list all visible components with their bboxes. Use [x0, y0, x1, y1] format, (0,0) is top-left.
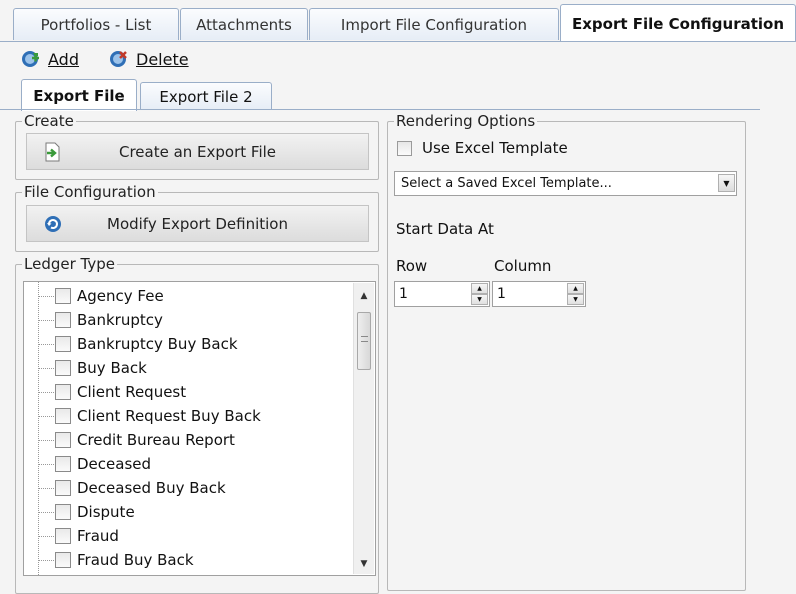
scroll-thumb[interactable]: [357, 312, 371, 370]
item-label: Agency Fee: [77, 287, 164, 305]
item-label: Bankruptcy Buy Back: [77, 335, 238, 353]
item-label: Credit Bureau Report: [77, 431, 235, 449]
row-stepper[interactable]: 1 ▲ ▼: [394, 281, 490, 307]
list-item[interactable]: Fraud Buy Back: [24, 548, 350, 572]
item-checkbox[interactable]: [55, 360, 71, 376]
vertical-scrollbar[interactable]: ▲ ▼: [353, 283, 374, 574]
chevron-down-icon[interactable]: ▼: [718, 174, 735, 192]
top-tab-strip: Portfolios - List Attachments Import Fil…: [0, 0, 796, 42]
tab-divider: [0, 41, 796, 42]
list-item[interactable]: Deceased Buy Back: [24, 476, 350, 500]
item-checkbox[interactable]: [55, 288, 71, 304]
sub-tab-divider: [0, 109, 760, 110]
item-checkbox[interactable]: [55, 456, 71, 472]
column-value: 1: [497, 286, 506, 302]
list-item[interactable]: Bankruptcy: [24, 308, 350, 332]
item-checkbox[interactable]: [55, 432, 71, 448]
create-export-file-button[interactable]: Create an Export File: [26, 133, 369, 170]
tab-label: Export File 2: [159, 88, 253, 106]
excel-template-select-value: Select a Saved Excel Template...: [401, 176, 612, 191]
tab-export-file-2[interactable]: Export File 2: [140, 82, 272, 110]
item-checkbox[interactable]: [55, 336, 71, 352]
tab-import-file-configuration[interactable]: Import File Configuration: [309, 8, 559, 40]
item-checkbox[interactable]: [55, 312, 71, 328]
list-item[interactable]: Deceased: [24, 452, 350, 476]
item-checkbox[interactable]: [55, 384, 71, 400]
row-label: Row: [396, 257, 428, 275]
item-label: Deceased: [77, 455, 152, 473]
tab-attachments[interactable]: Attachments: [180, 8, 308, 40]
row-value: 1: [399, 286, 408, 302]
add-icon: [22, 51, 39, 67]
scroll-down-icon[interactable]: ▼: [354, 554, 374, 574]
ledger-type-group-title: Ledger Type: [22, 255, 117, 273]
tab-label: Export File Configuration: [571, 15, 785, 33]
add-button[interactable]: Add: [20, 47, 79, 71]
item-label: Bankruptcy: [77, 311, 163, 329]
delete-button[interactable]: Delete: [108, 47, 189, 71]
list-item[interactable]: Agency Fee: [24, 284, 350, 308]
item-label: Deceased Buy Back: [77, 479, 226, 497]
create-button-label: Create an Export File: [118, 142, 277, 161]
tab-portfolios-list[interactable]: Portfolios - List: [13, 8, 179, 40]
use-excel-template-checkbox[interactable]: [397, 141, 412, 156]
item-label: Client Request Buy Back: [77, 407, 261, 425]
tab-export-file-configuration[interactable]: Export File Configuration: [560, 4, 796, 42]
list-item[interactable]: Client Request: [24, 380, 350, 404]
list-item[interactable]: Dispute: [24, 500, 350, 524]
start-data-at-label: Start Data At: [396, 220, 494, 238]
tab-label: Export File: [33, 87, 125, 105]
item-checkbox[interactable]: [55, 552, 71, 568]
add-label: Add: [48, 49, 79, 69]
item-label: Fraud: [77, 527, 119, 545]
list-item[interactable]: Client Request Buy Back: [24, 404, 350, 428]
item-checkbox[interactable]: [55, 504, 71, 520]
modify-export-definition-button[interactable]: Modify Export Definition: [26, 205, 369, 242]
scroll-up-icon[interactable]: ▲: [354, 286, 374, 306]
delete-label: Delete: [136, 49, 189, 69]
item-label: Buy Back: [77, 359, 147, 377]
tab-export-file[interactable]: Export File: [21, 79, 137, 111]
tab-label: Portfolios - List: [40, 16, 152, 34]
item-checkbox[interactable]: [55, 528, 71, 544]
item-label: Fraud Buy Back: [77, 551, 194, 569]
row-up-icon[interactable]: ▲: [471, 283, 488, 294]
list-item[interactable]: Bankruptcy Buy Back: [24, 332, 350, 356]
list-item[interactable]: Buy Back: [24, 356, 350, 380]
list-item[interactable]: Fraud: [24, 524, 350, 548]
tab-label: Attachments: [196, 16, 292, 34]
modify-button-label: Modify Export Definition: [107, 214, 288, 233]
file-configuration-group-title: File Configuration: [22, 183, 158, 201]
use-excel-template-label: Use Excel Template: [422, 139, 568, 157]
item-label: Dispute: [77, 503, 135, 521]
toolbar: Add Delete: [0, 43, 796, 73]
ledger-type-list[interactable]: Agency Fee Bankruptcy Bankruptcy Buy Bac…: [23, 281, 376, 576]
sub-tab-strip: Export File Export File 2: [0, 76, 796, 111]
item-checkbox[interactable]: [55, 480, 71, 496]
column-stepper[interactable]: 1 ▲ ▼: [492, 281, 586, 307]
column-down-icon[interactable]: ▼: [567, 294, 584, 305]
item-checkbox[interactable]: [55, 408, 71, 424]
list-item[interactable]: Credit Bureau Report: [24, 428, 350, 452]
tab-label: Import File Configuration: [340, 16, 528, 34]
rendering-options-group-title: Rendering Options: [394, 112, 538, 130]
column-label: Column: [494, 257, 552, 275]
delete-icon: [110, 51, 127, 67]
row-down-icon[interactable]: ▼: [471, 294, 488, 305]
item-label: Client Request: [77, 383, 187, 401]
excel-template-select[interactable]: Select a Saved Excel Template... ▼: [394, 171, 737, 196]
create-group-title: Create: [22, 112, 76, 130]
column-up-icon[interactable]: ▲: [567, 283, 584, 294]
